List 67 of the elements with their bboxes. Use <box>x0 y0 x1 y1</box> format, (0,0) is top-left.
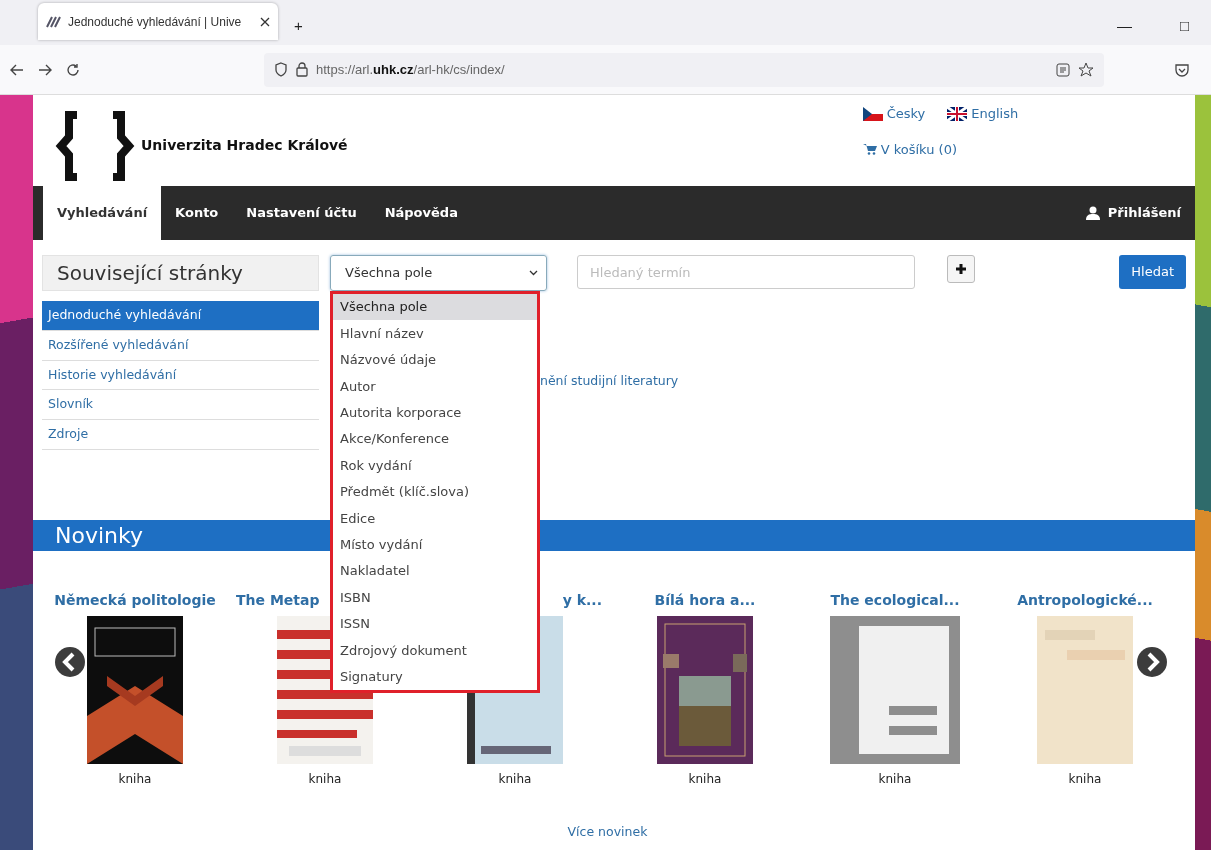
nav-tab[interactable]: Konto <box>161 186 233 240</box>
forward-icon[interactable] <box>38 62 52 77</box>
window-control-button[interactable]: — <box>1116 14 1132 37</box>
dropdown-option[interactable]: Signatury <box>333 663 537 690</box>
nav-tab[interactable]: Nápověda <box>370 186 472 240</box>
dropdown-option[interactable]: ISSN <box>333 610 537 638</box>
sidebar-item[interactable]: Rozšířené vyhledávání <box>42 330 319 361</box>
book-title[interactable]: Antropologické... <box>990 590 1180 616</box>
dropdown-option[interactable]: Rok vydání <box>333 452 537 479</box>
sidebar-heading: Související stránky <box>42 255 319 291</box>
window-control-button[interactable]: □ <box>1179 14 1189 37</box>
browser-tab[interactable]: Jednoduché vyhledávání | Unive <box>38 3 278 40</box>
dropdown-option[interactable]: Zdrojový dokument <box>333 637 537 664</box>
site-icon <box>46 15 62 28</box>
field-select[interactable]: Všechna pole <box>330 255 547 291</box>
sidebar-item[interactable]: Jednoduché vyhledávání <box>42 301 319 331</box>
search-button[interactable]: Hledat <box>1119 255 1186 289</box>
logo-icon <box>55 110 135 181</box>
sidebar-item[interactable]: Historie vyhledávání <box>42 360 319 391</box>
dropdown-option[interactable]: Akce/Konference <box>333 425 537 453</box>
more-news-link[interactable]: Více novinek <box>567 824 648 839</box>
chevron-icon <box>529 270 538 276</box>
sidebar-item[interactable]: Zdroje <box>42 420 319 450</box>
user-icon <box>1085 206 1100 220</box>
close-icon[interactable] <box>260 16 270 27</box>
add-row-button[interactable] <box>947 255 975 283</box>
back-icon[interactable] <box>10 62 24 77</box>
address-field[interactable]: https://arl.uhk.cz/arl-hk/cs/index/ <box>264 52 1104 87</box>
dropdown-option[interactable]: Autorita korporace <box>333 399 537 426</box>
language-link[interactable]: Česky <box>862 104 926 124</box>
book-type-label: kniha <box>498 771 532 788</box>
nav-tab[interactable]: Vyhledávání <box>43 186 162 240</box>
dropdown-option[interactable]: Hlavní název <box>333 320 537 347</box>
url-text: https://arl.uhk.cz/arl-hk/cs/index/ <box>316 60 505 79</box>
book-type-label: kniha <box>308 771 342 788</box>
tab-title: Jednoduché vyhledávání | Unive <box>68 13 243 31</box>
search-field[interactable]: Hledaný termín <box>577 255 915 289</box>
plus-icon <box>955 263 967 275</box>
language-link[interactable]: English <box>947 104 1019 124</box>
cover-placeholder-icon <box>830 616 960 764</box>
sidebar-item[interactable]: Slovník <box>42 390 319 420</box>
dropdown-option[interactable]: ISBN <box>333 584 537 611</box>
dropdown-option[interactable]: Předmět (klíč.slova) <box>333 478 537 506</box>
cart-link[interactable]: V košíku (0) <box>862 139 1019 159</box>
content-link[interactable]: nění studijní literatury <box>540 373 679 388</box>
dropdown-option[interactable]: Autor <box>333 373 537 400</box>
dropdown-option[interactable]: Názvové údaje <box>333 346 537 374</box>
pocket-icon[interactable] <box>1175 62 1189 77</box>
book-title[interactable]: The ecological... <box>800 590 990 616</box>
dropdown-option[interactable]: Všechna pole <box>333 294 537 321</box>
reader-view-icon[interactable] <box>1056 62 1070 77</box>
book-type-label: kniha <box>1068 771 1102 788</box>
book-type-label: kniha <box>118 771 152 788</box>
logo-text: Univerzita Hradec Králové <box>141 136 348 155</box>
book-type-label: kniha <box>878 771 912 788</box>
nav-tab[interactable]: Nastavení účtu <box>232 186 371 240</box>
book-title[interactable]: Bílá hora a... <box>610 590 800 616</box>
dropdown-option[interactable]: Nakladatel <box>333 557 537 585</box>
shield-icon <box>274 62 288 77</box>
cart-icon <box>862 143 877 156</box>
lock-icon <box>296 62 308 77</box>
book-type-label: kniha <box>688 771 722 788</box>
login-link[interactable]: Přihlášení <box>1071 186 1195 240</box>
book-title[interactable]: Německá politologie <box>40 590 230 616</box>
new-tab-button[interactable]: + <box>294 14 303 37</box>
star-icon[interactable] <box>1078 61 1094 78</box>
reload-icon[interactable] <box>66 62 80 77</box>
